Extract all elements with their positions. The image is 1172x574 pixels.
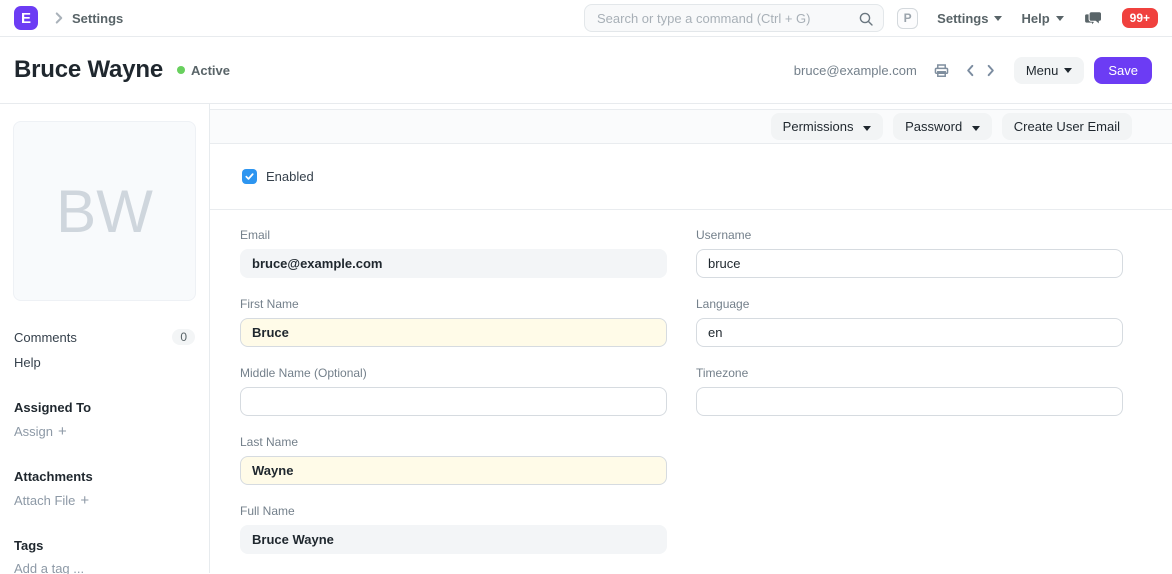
assign-button[interactable]: Assign +: [0, 419, 209, 444]
form-sidebar: BW Comments 0 Help Assigned To Assign + …: [0, 104, 210, 573]
status-label: Active: [191, 63, 230, 78]
add-tag-label: Add a tag ...: [14, 561, 84, 574]
chevron-down-icon: [994, 16, 1002, 21]
save-button[interactable]: Save: [1094, 57, 1152, 84]
field-email: Email bruce@example.com: [240, 228, 667, 278]
plus-icon: +: [58, 423, 67, 440]
chat-icon[interactable]: [1083, 8, 1103, 28]
password-label: Password: [905, 119, 962, 134]
help-menu-label: Help: [1021, 11, 1049, 26]
last-name-label: Last Name: [240, 435, 667, 449]
middle-name-input[interactable]: [240, 387, 667, 416]
assigned-to-section: Assigned To Assign +: [0, 396, 209, 444]
menu-button-label: Menu: [1026, 63, 1059, 78]
assigned-to-title: Assigned To: [0, 396, 209, 419]
search-input[interactable]: [585, 5, 883, 31]
field-first-name: First Name: [240, 297, 667, 347]
attachments-title: Attachments: [0, 465, 209, 488]
form-grid: Email bruce@example.com Username First N…: [210, 210, 1172, 573]
email-value: bruce@example.com: [240, 249, 667, 278]
chevron-down-icon: [863, 126, 871, 131]
next-document-icon[interactable]: [983, 63, 998, 78]
enabled-checkbox[interactable]: [242, 169, 257, 184]
menu-button[interactable]: Menu: [1014, 57, 1085, 84]
username-label: Username: [696, 228, 1123, 242]
sidebar-list: Comments 0 Help: [0, 324, 209, 375]
permissions-label: Permissions: [783, 119, 854, 134]
tags-title: Tags: [0, 534, 209, 557]
create-user-email-button[interactable]: Create User Email: [1002, 113, 1132, 140]
page-body: BW Comments 0 Help Assigned To Assign + …: [0, 104, 1172, 573]
grid-spacer: [696, 435, 1123, 485]
print-icon[interactable]: [933, 62, 950, 79]
field-middle-name: Middle Name (Optional): [240, 366, 667, 416]
form-toolbar: Permissions Password Create User Email: [210, 109, 1172, 144]
settings-menu[interactable]: Settings: [937, 11, 1002, 26]
form-main: Permissions Password Create User Email E…: [210, 104, 1172, 573]
field-full-name: Full Name Bruce Wayne: [240, 504, 667, 554]
attach-file-label: Attach File: [14, 493, 75, 508]
timezone-label: Timezone: [696, 366, 1123, 380]
first-name-input[interactable]: [240, 318, 667, 347]
field-timezone: Timezone: [696, 366, 1123, 416]
sidebar-item-comments[interactable]: Comments 0: [0, 324, 209, 350]
sidebar-item-help[interactable]: Help: [0, 350, 209, 375]
breadcrumb[interactable]: Settings: [72, 11, 123, 26]
tags-section: Tags Add a tag ...: [0, 534, 209, 574]
assign-label: Assign: [14, 424, 53, 439]
comments-label: Comments: [14, 330, 77, 345]
enabled-label: Enabled: [266, 169, 314, 184]
password-button[interactable]: Password: [893, 113, 992, 140]
user-avatar-image[interactable]: BW: [13, 121, 196, 301]
language-label: Language: [696, 297, 1123, 311]
breadcrumb-chevron-icon: [50, 9, 68, 27]
page-head-actions: bruce@example.com Menu Save: [794, 57, 1152, 84]
document-email: bruce@example.com: [794, 63, 917, 78]
full-name-label: Full Name: [240, 504, 667, 518]
middle-name-label: Middle Name (Optional): [240, 366, 667, 380]
user-avatar[interactable]: P: [897, 8, 918, 29]
navbar: E Settings P Settings Help 99+: [0, 0, 1172, 37]
chevron-down-icon: [972, 126, 980, 131]
status-indicator: Active: [177, 63, 230, 78]
page-title: Bruce Wayne: [14, 56, 163, 84]
navbar-right: P Settings Help 99+: [897, 8, 1158, 29]
global-search[interactable]: [584, 4, 884, 32]
language-input[interactable]: [696, 318, 1123, 347]
full-name-value: Bruce Wayne: [240, 525, 667, 554]
previous-document-icon[interactable]: [963, 63, 978, 78]
permissions-button[interactable]: Permissions: [771, 113, 883, 140]
username-input[interactable]: [696, 249, 1123, 278]
help-menu[interactable]: Help: [1021, 11, 1063, 26]
search-icon: [858, 11, 874, 32]
enabled-section: Enabled: [210, 144, 1172, 210]
plus-icon: +: [80, 492, 89, 509]
add-tag-button[interactable]: Add a tag ...: [0, 557, 209, 574]
field-username: Username: [696, 228, 1123, 278]
status-dot-icon: [177, 66, 185, 74]
chevron-down-icon: [1056, 16, 1064, 21]
page-head: Bruce Wayne Active bruce@example.com Men…: [0, 37, 1172, 104]
settings-menu-label: Settings: [937, 11, 988, 26]
app-logo[interactable]: E: [14, 6, 38, 30]
timezone-input[interactable]: [696, 387, 1123, 416]
chevron-down-icon: [1064, 68, 1072, 73]
notifications-badge[interactable]: 99+: [1122, 8, 1158, 28]
attach-file-button[interactable]: Attach File +: [0, 488, 209, 513]
attachments-section: Attachments Attach File +: [0, 465, 209, 513]
field-last-name: Last Name: [240, 435, 667, 485]
last-name-input[interactable]: [240, 456, 667, 485]
field-language: Language: [696, 297, 1123, 347]
comments-count-badge: 0: [172, 329, 195, 345]
first-name-label: First Name: [240, 297, 667, 311]
email-label: Email: [240, 228, 667, 242]
help-label: Help: [14, 355, 41, 370]
